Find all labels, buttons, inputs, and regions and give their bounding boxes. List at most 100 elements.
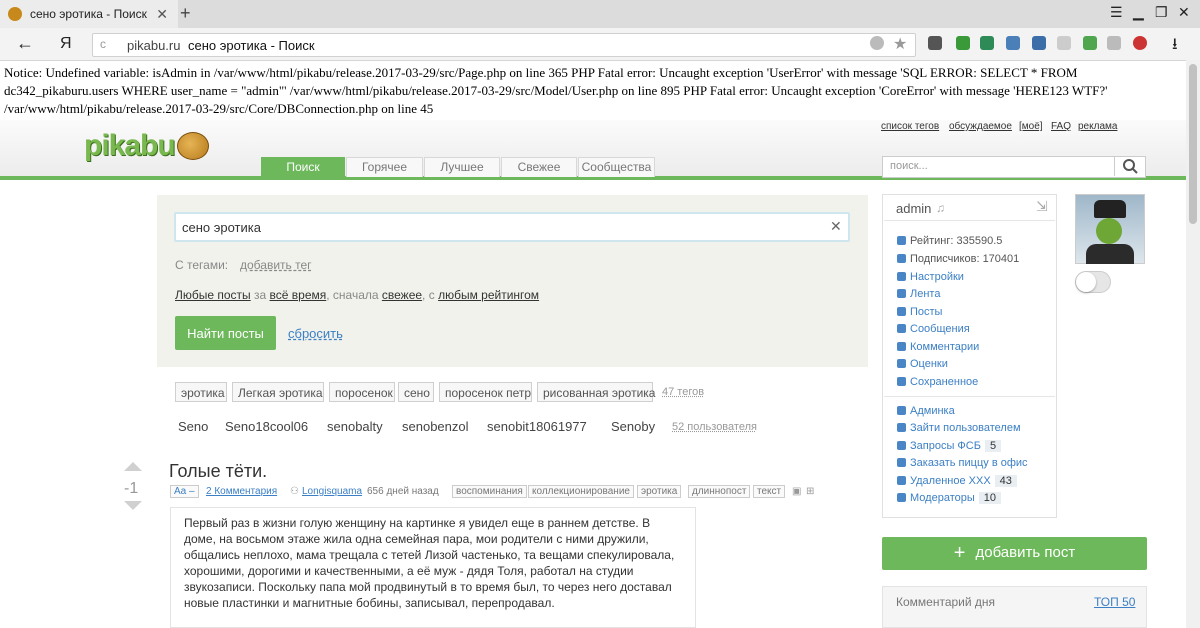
user-result[interactable]: Seno	[178, 419, 208, 434]
user-result[interactable]: Seno18cool06	[225, 419, 308, 434]
r-extension-icon[interactable]	[1107, 36, 1121, 50]
user-result[interactable]: Senoby	[611, 419, 655, 434]
filter-sort[interactable]: свежее	[382, 288, 422, 302]
filter-post-type[interactable]: Любые посты	[175, 288, 251, 302]
filter-rating[interactable]: любым рейтингом	[438, 288, 539, 302]
bell-icon[interactable]: ♫	[936, 201, 945, 215]
users-count-link[interactable]: 52 пользователя	[672, 421, 757, 433]
pikabu-logo[interactable]: pikabu	[84, 129, 176, 163]
clear-query-icon[interactable]: ✕	[830, 218, 842, 235]
reset-link[interactable]: сбросить	[288, 326, 343, 341]
post-title[interactable]: Голые тёти.	[169, 461, 267, 482]
profile-username[interactable]: admin	[896, 201, 931, 216]
site-search-button[interactable]	[1114, 157, 1145, 176]
post-tag[interactable]: длиннопост	[688, 485, 751, 498]
binoculars-icon[interactable]	[928, 36, 942, 50]
triangle-up-icon	[897, 359, 906, 368]
post-tag[interactable]: эротика	[637, 485, 682, 498]
tag-result[interactable]: сено	[398, 382, 434, 402]
protect-icon[interactable]	[870, 36, 884, 50]
menu-ratings[interactable]: Оценки	[897, 358, 948, 370]
shield-icon	[897, 406, 906, 415]
tab-best[interactable]: Лучшее	[424, 157, 500, 177]
link-faq[interactable]: FAQ	[1051, 121, 1071, 132]
menu-feed[interactable]: Лента	[897, 288, 940, 300]
user-result[interactable]: senobit18061977	[487, 419, 587, 434]
link-mine[interactable]: [моё]	[1019, 121, 1043, 132]
vote-down-icon[interactable]	[124, 501, 142, 510]
tab-hot[interactable]: Горячее	[346, 157, 423, 177]
pie-chart-icon	[897, 458, 906, 467]
menu-icon[interactable]: ☰	[1110, 4, 1123, 21]
toggle-knob[interactable]	[1076, 272, 1096, 292]
post-author[interactable]: Longisquama	[302, 486, 362, 497]
new-tab-button[interactable]: +	[180, 3, 191, 24]
menu-comments[interactable]: Комментарии	[897, 341, 979, 353]
admin-item[interactable]: Удаленное XXX 43	[897, 475, 1017, 487]
admin-item[interactable]: Админка	[897, 405, 955, 417]
cloud-extension-icon[interactable]	[1006, 36, 1020, 50]
green-extension-icon[interactable]	[1083, 36, 1097, 50]
yandex-button[interactable]: Я	[60, 35, 72, 53]
browser-tab[interactable]: сено эротика - Поиск ✕	[0, 0, 178, 28]
tags-count-link[interactable]: 47 тегов	[662, 386, 704, 398]
expand-post-icon[interactable]: ⊞	[806, 486, 814, 497]
menu-posts[interactable]: Посты	[897, 306, 942, 318]
link-discussed[interactable]: обсуждаемое	[949, 121, 1012, 132]
add-tag-link[interactable]: добавить тег	[240, 258, 312, 272]
filter-period[interactable]: всё время	[270, 288, 327, 302]
admin-item[interactable]: Заказать пиццу в офис	[897, 457, 1028, 469]
tab-communities[interactable]: Сообщества	[578, 157, 655, 177]
sync-extension-icon[interactable]	[980, 36, 994, 50]
tab-search[interactable]: Поиск	[261, 157, 345, 177]
tag-result[interactable]: рисованная эротика	[537, 382, 655, 402]
top-50-link[interactable]: ТОП 50	[1094, 595, 1135, 609]
tab-fresh[interactable]: Свежее	[501, 157, 577, 177]
admin-item[interactable]: Зайти пользователем	[897, 422, 1021, 434]
user-result[interactable]: senobalty	[327, 419, 383, 434]
copy-extension-icon[interactable]	[1057, 36, 1071, 50]
shield-extension-icon[interactable]	[956, 36, 970, 50]
minimize-icon[interactable]: ▁	[1133, 4, 1144, 21]
filter-text-first: , сначала	[326, 288, 382, 302]
menu-messages[interactable]: Сообщения	[897, 323, 970, 335]
tags-label: С тегами:	[175, 258, 229, 272]
post-tag[interactable]: коллекционирование	[528, 485, 634, 498]
window-close-icon[interactable]: ✕	[1178, 4, 1190, 21]
menu-ratings-label: Оценки	[910, 358, 948, 370]
font-size-toggle[interactable]: Aa –	[170, 485, 199, 498]
red-extension-icon[interactable]	[1133, 36, 1147, 50]
tag-result[interactable]: эротика	[175, 382, 227, 402]
maximize-icon[interactable]: ❐	[1155, 4, 1168, 21]
tab-close-icon[interactable]: ✕	[156, 6, 168, 23]
admin-item[interactable]: Запросы ФСБ 5	[897, 440, 1002, 452]
post-tag[interactable]: текст	[753, 485, 786, 498]
tag-result[interactable]: поросенок петр	[439, 382, 532, 402]
find-posts-button[interactable]: Найти посты	[175, 316, 276, 350]
back-arrow-icon[interactable]: ←	[16, 33, 34, 54]
link-ads[interactable]: реклама	[1078, 121, 1117, 132]
search-query-value: сено эротика	[182, 220, 261, 235]
downloads-icon[interactable]: ⭳	[1172, 33, 1178, 60]
save-post-icon[interactable]: ▣	[792, 486, 801, 497]
reload-icon[interactable]: c	[100, 37, 106, 51]
add-post-button[interactable]: + добавить пост	[882, 537, 1147, 570]
link-tag-list[interactable]: список тегов	[881, 121, 939, 132]
admin-item[interactable]: Модераторы 10	[897, 492, 1001, 504]
download-extension-icon[interactable]	[1032, 36, 1046, 50]
user-result[interactable]: senobenzol	[402, 419, 469, 434]
menu-saved[interactable]: Сохраненное	[897, 376, 978, 388]
scrollbar-thumb[interactable]	[1189, 64, 1197, 224]
tag-result[interactable]: Легкая эротика	[232, 382, 324, 402]
menu-settings[interactable]: Настройки	[897, 271, 964, 283]
vote-up-icon[interactable]	[124, 462, 142, 471]
tag-result[interactable]: поросенок	[329, 382, 395, 402]
bookmark-star-icon[interactable]: ★	[893, 34, 907, 54]
saved-icon	[897, 377, 906, 386]
post-tag-label: длиннопост	[688, 485, 751, 498]
search-query-input[interactable]	[174, 212, 850, 242]
post-comments-link[interactable]: 2 Комментария	[206, 486, 277, 497]
post-age: 656 дней назад	[367, 486, 439, 497]
post-tag[interactable]: воспоминания	[452, 485, 527, 498]
logout-icon[interactable]: ⇲	[1036, 198, 1048, 215]
